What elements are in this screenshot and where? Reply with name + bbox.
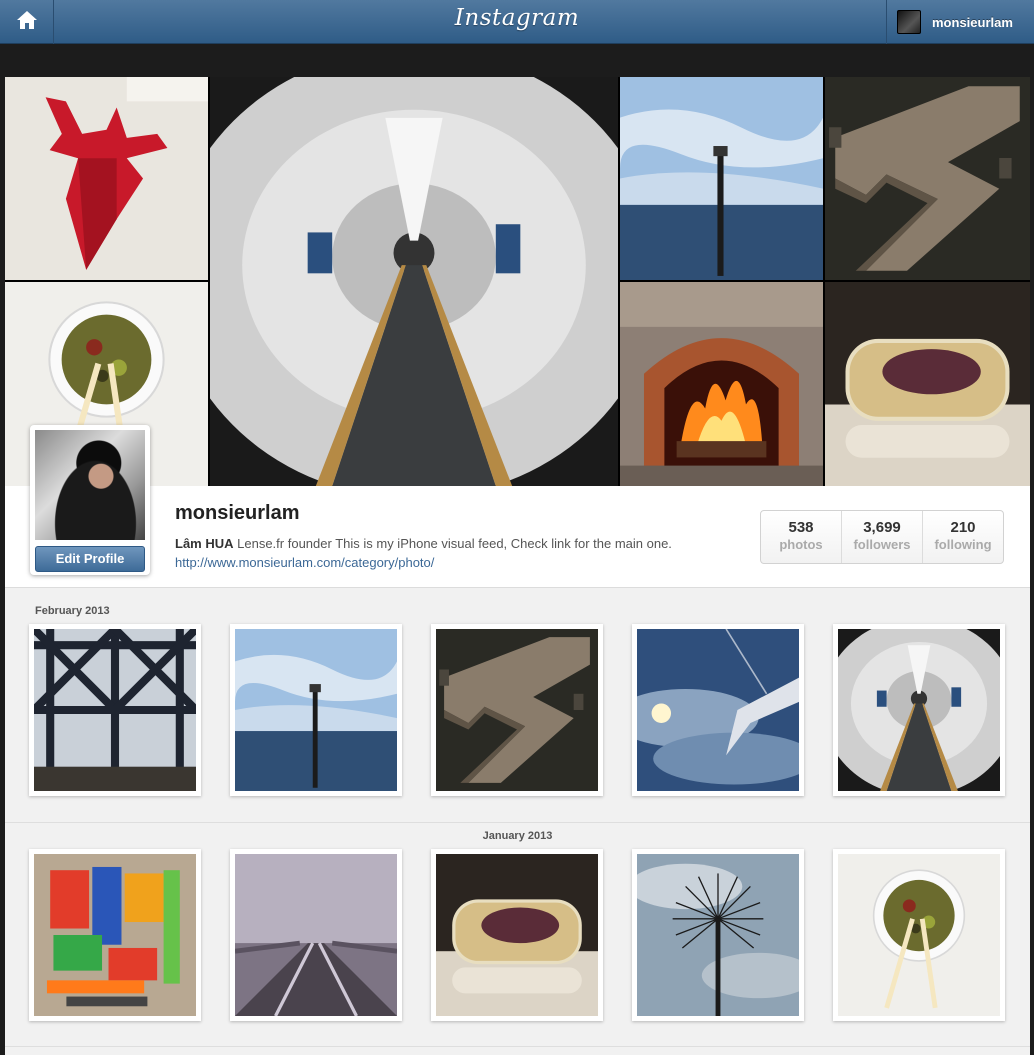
photo-card[interactable] [29,624,201,796]
hero-photo-deer[interactable] [5,77,208,280]
hero-photo-fire[interactable] [620,282,823,486]
profile-username: monsieurlam [175,502,300,524]
header-username: monsieurlam [932,14,1013,30]
photo-card[interactable] [230,624,402,796]
photo-card[interactable] [431,624,603,796]
month-label: January 2013 [482,830,553,842]
photo-card[interactable] [230,849,402,1021]
avatar-card: Edit Profile [30,425,150,575]
hero-collage [5,77,1030,486]
photo-card[interactable] [29,849,201,1021]
profile-website-link[interactable]: http://www.monsieurlam.com/category/phot… [175,555,434,570]
photo-card[interactable] [632,624,804,796]
stat-label: followers [853,537,911,552]
user-menu[interactable]: monsieurlam [886,0,1034,44]
divider [5,1046,1030,1047]
app-logo[interactable]: Instagram [0,5,1034,31]
top-bar: Instagram monsieurlam [0,0,1034,44]
hero-photo-tunnel[interactable] [210,77,618,486]
photo-card[interactable] [833,624,1005,796]
hero-photo-walkway[interactable] [825,77,1030,280]
photo-row [29,849,1005,1021]
hero-photo-cake[interactable] [825,282,1030,486]
stat-photos[interactable]: 538 photos [761,511,842,563]
stat-followers[interactable]: 3,699 followers [842,511,923,563]
stat-value: 210 [950,519,976,536]
profile-bio: Lâm HUA Lense.fr founder This is my iPho… [175,536,672,551]
profile-avatar[interactable] [35,430,145,540]
profile-stats: 538 photos 3,699 followers 210 following [760,510,1004,564]
photo-card[interactable] [431,849,603,1021]
stat-label: following [934,537,992,552]
hero-photo-sea[interactable] [620,77,823,280]
photo-row [29,624,1005,796]
photo-card[interactable] [632,849,804,1021]
profile-bio-text: Lense.fr founder This is my iPhone visua… [237,536,672,551]
stat-following[interactable]: 210 following [923,511,1003,563]
photo-feed: February 2013 January 2013 [5,588,1030,1055]
stat-value: 3,699 [863,519,901,536]
month-label: February 2013 [35,605,110,617]
edit-profile-button[interactable]: Edit Profile [35,546,145,572]
profile-full-name: Lâm HUA [175,536,234,551]
avatar [897,10,921,34]
divider [5,822,1030,823]
stat-label: photos [779,537,823,552]
stat-value: 538 [788,519,814,536]
profile-panel: Edit Profile monsieurlam Lâm HUA Lense.f… [5,425,1030,588]
photo-card[interactable] [833,849,1005,1021]
